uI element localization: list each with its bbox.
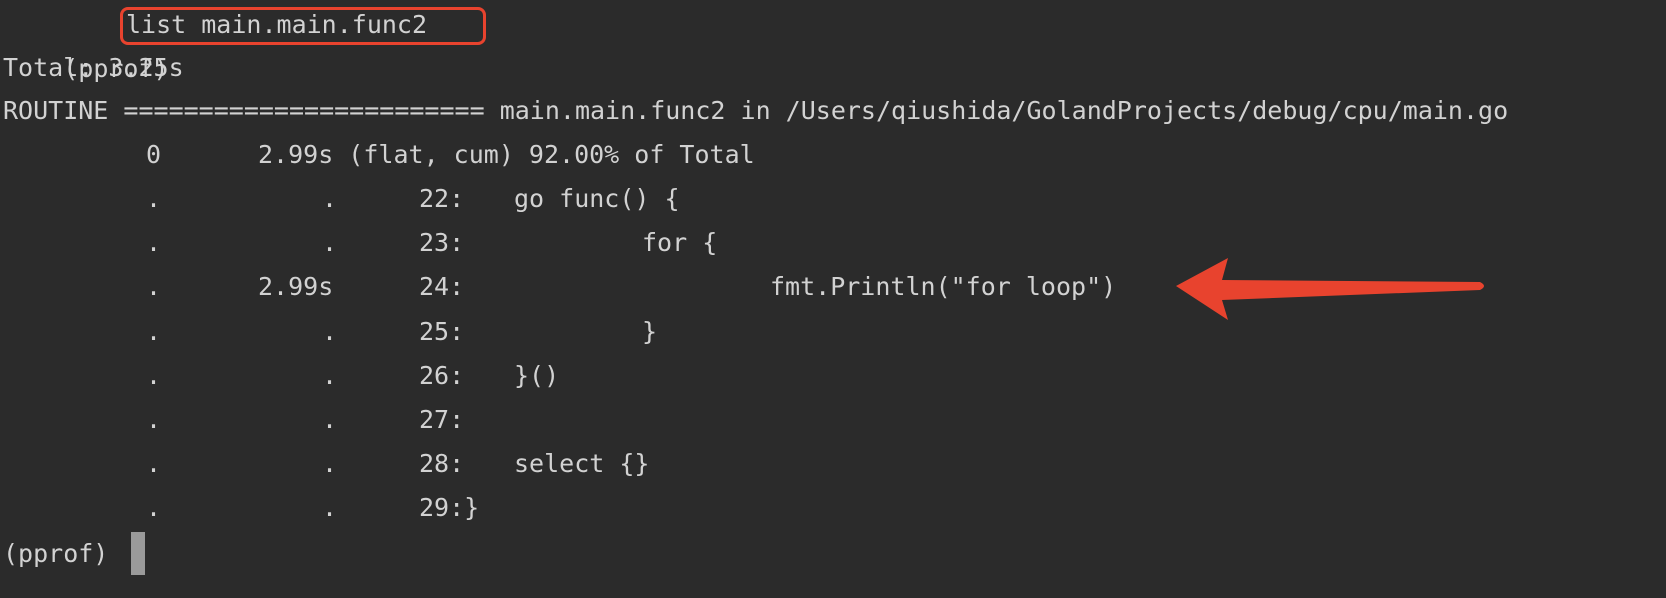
row-cum: 2.99s (258, 272, 334, 301)
row-lineno: 28: (419, 449, 465, 478)
row-cum: . (322, 493, 338, 522)
row-flat: . (146, 317, 162, 346)
row-flat: . (146, 361, 162, 390)
terminal-window: (pprof) list main.main.func2 Total: 3.25… (0, 0, 1666, 598)
row-flat: . (146, 184, 162, 213)
routine-line: ROUTINE ======================== main.ma… (3, 96, 1509, 125)
row-cum: . (322, 228, 338, 257)
row-lineno: 22: (419, 184, 465, 213)
row-flat: . (146, 228, 162, 257)
row-flat: . (146, 272, 162, 301)
row-lineno: 23: (419, 228, 465, 257)
row-flat: . (146, 449, 162, 478)
row-cum: . (322, 184, 338, 213)
row-code: select {} (514, 449, 650, 478)
row-cum: . (322, 449, 338, 478)
row-flat: . (146, 493, 162, 522)
text-cursor[interactable] (131, 532, 145, 575)
row-code: fmt.Println("for loop") (770, 272, 1117, 301)
row-code: }() (514, 361, 560, 390)
total-line: Total: 3.25s (3, 53, 184, 82)
summary-flat: 0 (146, 140, 162, 169)
row-lineno: 26: (419, 361, 465, 390)
row-code: } (642, 317, 658, 346)
row-lineno: 29:} (419, 493, 480, 522)
row-lineno: 27: (419, 405, 465, 434)
row-cum: . (322, 405, 338, 434)
row-code: go func() { (514, 184, 680, 213)
row-flat: . (146, 405, 162, 434)
row-lineno: 24: (419, 272, 465, 301)
row-code: for { (642, 228, 718, 257)
summary-cum: 2.99s (flat, cum) 92.00% of Total (258, 140, 755, 169)
arrow-shape (1176, 258, 1484, 320)
row-cum: . (322, 317, 338, 346)
row-cum: . (322, 361, 338, 390)
command-highlight-box (120, 7, 486, 45)
row-lineno: 25: (419, 317, 465, 346)
final-prompt: (pprof) (3, 539, 109, 568)
